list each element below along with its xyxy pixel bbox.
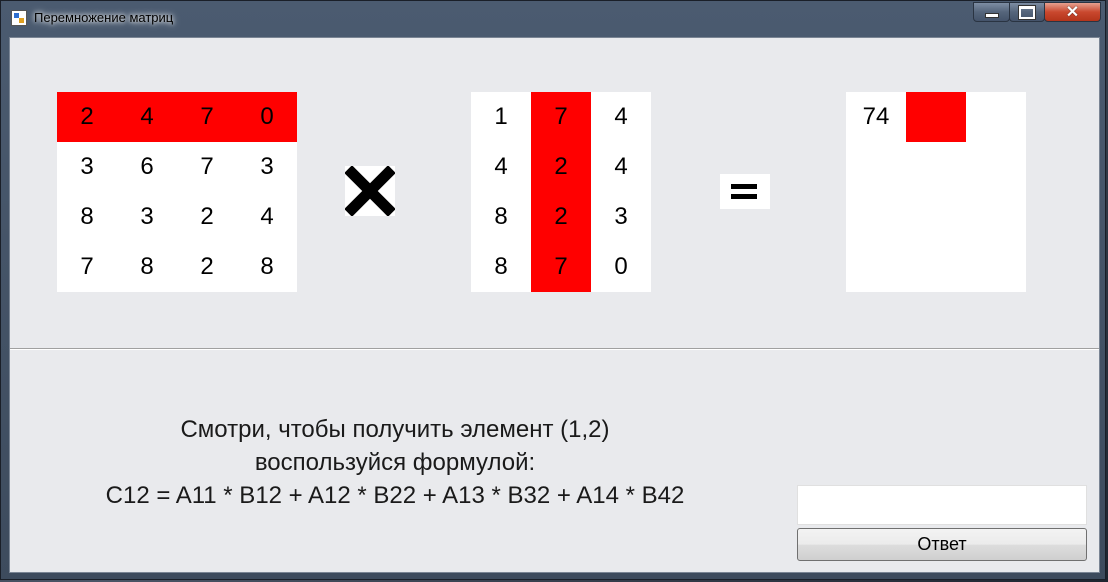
window-title: Перемножение матриц <box>34 10 174 25</box>
title-bar[interactable]: Перемножение матриц ✕ <box>1 1 1105 35</box>
matrix-b-cell: 4 <box>614 103 628 130</box>
matrix-a-cell: 3 <box>260 153 274 180</box>
matrix-a-cell: 8 <box>260 253 274 280</box>
matrix-b-cell: 4 <box>494 153 508 180</box>
matrix-b-cell: 8 <box>494 203 508 230</box>
app-icon <box>11 10 27 26</box>
matrix-b: 174424823870 <box>471 92 651 292</box>
close-icon: ✕ <box>1065 4 1080 21</box>
equals-operator <box>720 174 770 209</box>
matrix-b-cell: 2 <box>531 142 591 192</box>
matrix-a-cell: 3 <box>140 203 154 230</box>
matrix-a: 2470367383247828 <box>57 92 297 292</box>
matrix-a-cell: 6 <box>140 153 154 180</box>
matrix-result: 74 <box>846 92 1026 292</box>
matrix-a-cell: 3 <box>80 153 94 180</box>
matrix-a-cell: 4 <box>117 92 177 142</box>
matrix-result-cell <box>906 92 966 142</box>
answer-input[interactable] <box>797 485 1087 525</box>
matrix-a-cell: 4 <box>260 203 274 230</box>
matrix-a-cell: 2 <box>200 253 214 280</box>
matrix-b-cell: 7 <box>531 242 591 292</box>
matrix-a-cell: 2 <box>200 203 214 230</box>
multiply-icon <box>344 165 396 217</box>
matrix-b-cell: 0 <box>614 253 628 280</box>
matrix-a-cell: 8 <box>80 203 94 230</box>
matrix-b-cell: 1 <box>494 103 508 130</box>
close-button[interactable]: ✕ <box>1044 2 1101 22</box>
maximize-icon <box>1018 5 1036 20</box>
hint-line-1: Смотри, чтобы получить элемент (1,2) <box>180 416 610 443</box>
maximize-button[interactable] <box>1009 2 1045 22</box>
minimize-button[interactable] <box>973 2 1010 22</box>
formula-line: C12 = A11 * B12 + A12 * B22 + A13 * B32 … <box>105 482 685 509</box>
matrix-a-cell: 8 <box>140 253 154 280</box>
matrix-b-cell: 3 <box>614 203 628 230</box>
divider <box>10 348 1099 350</box>
main-window: Перемножение матриц ✕ 2470367383247828 1… <box>0 0 1106 580</box>
matrix-a-cell: 0 <box>237 92 297 142</box>
multiply-operator <box>344 165 396 217</box>
matrix-b-cell: 4 <box>614 153 628 180</box>
matrix-b-cell: 8 <box>494 253 508 280</box>
matrix-a-cell: 7 <box>177 92 237 142</box>
matrix-a-cell: 2 <box>57 92 117 142</box>
answer-button[interactable]: Ответ <box>797 528 1087 561</box>
minimize-icon <box>984 13 999 18</box>
matrix-a-cell: 7 <box>200 153 214 180</box>
hint-line-2: воспользуйся формулой: <box>254 449 536 476</box>
hint-text: Смотри, чтобы получить элемент (1,2) вос… <box>50 413 740 512</box>
matrix-a-cell: 7 <box>80 253 94 280</box>
client-area: 2470367383247828 174424823870 74 Смотри,… <box>9 37 1100 573</box>
matrix-b-cell: 2 <box>531 192 591 242</box>
matrix-result-cell: 74 <box>862 103 890 130</box>
matrix-b-cell: 7 <box>531 92 591 142</box>
